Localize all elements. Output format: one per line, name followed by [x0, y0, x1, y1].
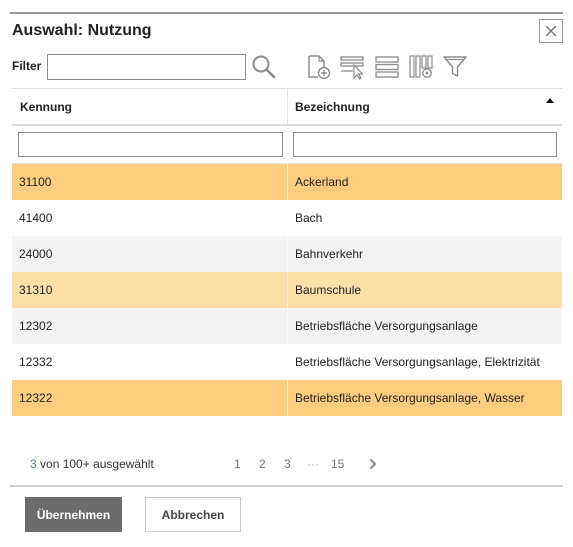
page-link-2[interactable]: 2 — [259, 457, 266, 471]
next-page-button[interactable] — [367, 458, 379, 470]
selection-dialog: Auswahl: Nutzung Filter Kennung Bezeichn… — [0, 0, 573, 547]
filter-funnel-icon — [443, 56, 467, 77]
cell-bezeichnung: Bach — [287, 200, 562, 236]
page-ellipsis: ··· — [307, 457, 319, 471]
close-button[interactable] — [539, 19, 563, 43]
select-rows-icon — [340, 56, 364, 80]
table-row[interactable]: 24000 Bahnverkehr — [12, 236, 562, 272]
cell-bezeichnung: Betriebsfläche Versorgungsanlage, Wasser — [287, 380, 562, 416]
add-document-icon — [308, 55, 331, 80]
cell-kennung: 12332 — [19, 355, 53, 369]
cell-bezeichnung: Betriebsfläche Versorgungsanlage, Elektr… — [287, 344, 562, 380]
filter-input[interactable] — [47, 54, 246, 80]
apply-button[interactable]: Übernehmen — [25, 497, 122, 532]
selection-count: 3 von 100+ ausgewählt — [30, 457, 154, 471]
list-view-button[interactable] — [373, 53, 401, 81]
table-row[interactable]: 41400 Bach — [12, 200, 562, 236]
cell-bezeichnung: Bahnverkehr — [287, 236, 562, 272]
table-row[interactable]: 31100 Ackerland — [12, 164, 562, 200]
page-link-1[interactable]: 1 — [234, 457, 241, 471]
top-divider — [10, 12, 563, 14]
page-link-3[interactable]: 3 — [284, 457, 291, 471]
add-document-button[interactable] — [305, 53, 333, 81]
bezeichnung-filter-input[interactable] — [293, 132, 557, 157]
column-settings-icon — [409, 55, 433, 78]
cell-kennung: 41400 — [19, 211, 53, 225]
selected-count-value: 3 — [30, 457, 37, 471]
close-icon — [545, 25, 557, 37]
table-header: Kennung Bezeichnung — [12, 88, 562, 126]
cell-bezeichnung: Baumschule — [287, 272, 562, 308]
cell-kennung: 31310 — [19, 283, 53, 297]
chevron-right-icon — [369, 458, 377, 470]
table-body: 31100 Ackerland 41400 Bach 24000 Bahnverkehr 3… — [12, 164, 562, 416]
column-header-bezeichnung[interactable]: Bezeichnung — [287, 89, 562, 125]
table-row[interactable]: 12332 Betriebsfläche Versorgungsanlage, E… — [12, 344, 562, 380]
column-settings-button[interactable] — [407, 53, 435, 81]
cell-kennung: 24000 — [19, 247, 53, 261]
cancel-button[interactable]: Abbrechen — [145, 497, 241, 532]
kennung-filter-input[interactable] — [18, 132, 283, 157]
column-header-kennung[interactable]: Kennung — [12, 89, 287, 125]
search-button[interactable] — [250, 53, 278, 81]
cell-kennung: 12322 — [19, 391, 53, 405]
cell-kennung: 31100 — [19, 175, 52, 189]
column-header-label: Bezeichnung — [295, 100, 370, 114]
cell-bezeichnung: Ackerland — [287, 164, 562, 200]
bottom-divider — [10, 485, 563, 487]
cell-kennung: 12302 — [19, 319, 53, 333]
column-filter-row — [12, 126, 562, 164]
selected-count-text: von 100+ ausgewählt — [36, 457, 154, 471]
sort-ascending-icon — [546, 98, 554, 103]
select-rows-button[interactable] — [338, 53, 368, 81]
dialog-title: Auswahl: Nutzung — [12, 22, 152, 39]
table-row[interactable]: 12322 Betriebsfläche Versorgungsanlage, W… — [12, 380, 562, 416]
cell-bezeichnung: Betriebsfläche Versorgungsanlage — [287, 308, 562, 344]
table-row[interactable]: 31310 Baumschule — [12, 272, 562, 308]
filter-label: Filter — [12, 59, 42, 73]
table-row[interactable]: 12302 Betriebsfläche Versorgungsanlage — [12, 308, 562, 344]
list-view-icon — [375, 56, 399, 78]
search-icon — [252, 55, 276, 79]
page-link-15[interactable]: 15 — [331, 457, 344, 471]
filter-button[interactable] — [441, 53, 469, 81]
